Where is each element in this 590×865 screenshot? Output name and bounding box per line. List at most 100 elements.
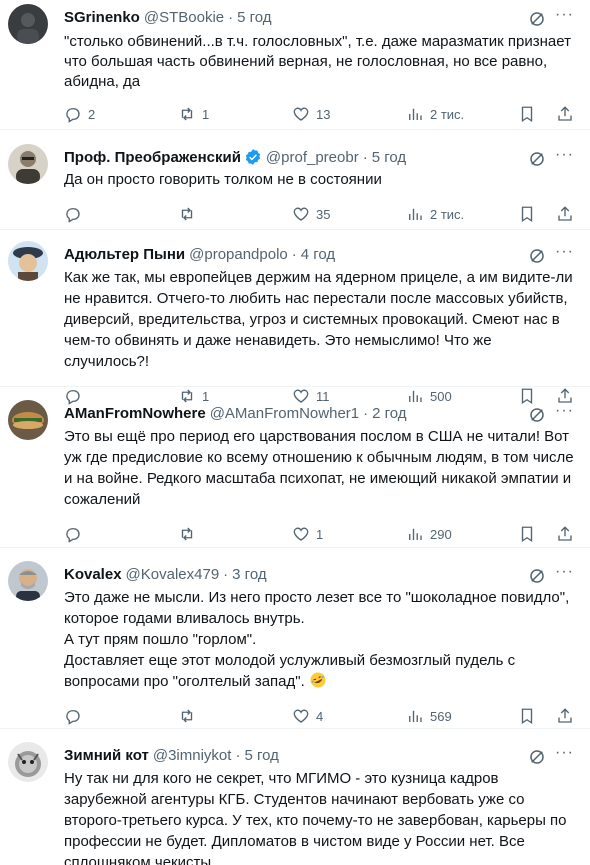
like-icon xyxy=(293,527,309,541)
views-button[interactable]: 2 тис. xyxy=(406,105,520,123)
reply-icon xyxy=(66,208,80,223)
tweet[interactable]: Адюльтер Пыни @propandpolo · 4 год ··· К… xyxy=(0,230,590,405)
display-name[interactable]: SGrinenko xyxy=(64,9,140,26)
grok-icon[interactable] xyxy=(528,406,546,424)
timestamp[interactable]: 3 год xyxy=(232,566,266,583)
share-icon[interactable] xyxy=(556,707,574,725)
tweet-text-block: Это даже не мысли. Из него просто лезет … xyxy=(64,587,574,692)
views-icon xyxy=(409,108,422,120)
secondary-actions xyxy=(518,525,574,543)
avatar[interactable] xyxy=(8,561,48,601)
user-handle[interactable]: @3imniykot xyxy=(153,747,232,764)
retweet-icon xyxy=(181,527,193,541)
action-bar: 35 2 тис. xyxy=(64,204,574,224)
display-name[interactable]: Kovalex xyxy=(64,566,122,583)
retweet-count: 1 xyxy=(202,106,210,122)
share-icon[interactable] xyxy=(556,525,574,543)
display-name[interactable]: Адюльтер Пыни xyxy=(64,246,185,263)
timestamp[interactable]: 4 год xyxy=(301,246,335,263)
avatar[interactable] xyxy=(8,4,48,44)
reply-button[interactable] xyxy=(64,525,178,543)
reply-button[interactable] xyxy=(64,707,178,725)
separator-dot: · xyxy=(228,8,234,26)
timestamp[interactable]: 5 год xyxy=(244,747,278,764)
tweet-header: Зимний кот @3imniykot · 5 год xyxy=(64,744,574,766)
views-icon xyxy=(409,710,422,722)
grok-icon[interactable] xyxy=(528,10,546,28)
tweet-header: Kovalex @Kovalex479 · 3 год xyxy=(64,563,574,585)
grok-icon[interactable] xyxy=(528,567,546,585)
tweet[interactable]: Зимний кот @3imniykot · 5 год ··· Ну так… xyxy=(0,729,590,865)
like-button[interactable]: 4 xyxy=(292,707,406,725)
display-name[interactable]: AManFromNowhere xyxy=(64,405,206,422)
more-icon[interactable]: ··· xyxy=(555,402,574,420)
more-icon[interactable]: ··· xyxy=(555,563,574,581)
tweet-text: Как же так, мы европейцев держим на ядер… xyxy=(64,269,573,370)
bookmark-icon[interactable] xyxy=(518,525,536,543)
tweet-header: SGrinenko @STBookie · 5 год xyxy=(64,6,574,28)
bookmark-icon[interactable] xyxy=(518,707,536,725)
reply-button[interactable] xyxy=(64,205,178,223)
more-icon[interactable]: ··· xyxy=(555,6,574,24)
tweet-text: Ну так ни для кого не секрет, что МГИМО … xyxy=(64,770,567,865)
like-icon xyxy=(293,107,309,121)
tweet[interactable]: AManFromNowhere @AManFromNowher1 · 2 год… xyxy=(0,387,590,548)
tweet-header: AManFromNowhere @AManFromNowher1 · 2 год xyxy=(64,402,574,424)
avatar[interactable] xyxy=(8,742,48,782)
tweet-text: "столько обвинений...в т.ч. голословных"… xyxy=(64,33,571,90)
tweet[interactable]: SGrinenko @STBookie · 5 год ··· "столько… xyxy=(0,0,590,130)
avatar[interactable] xyxy=(8,144,48,184)
views-count: 2 тис. xyxy=(430,106,465,122)
retweet-icon xyxy=(181,207,193,221)
tweet-text: Да он просто говорить толком не в состоя… xyxy=(64,171,382,188)
tweet-header: Проф. Преображенский @prof_preobr · 5 го… xyxy=(64,146,574,168)
like-button[interactable]: 35 xyxy=(292,205,406,223)
user-handle[interactable]: @AManFromNowher1 xyxy=(210,405,359,422)
more-icon[interactable]: ··· xyxy=(555,744,574,762)
user-handle[interactable]: @propandpolo xyxy=(189,246,288,263)
views-button[interactable]: 2 тис. xyxy=(406,205,520,223)
retweet-button[interactable] xyxy=(178,525,292,543)
reply-icon xyxy=(66,108,80,123)
share-icon[interactable] xyxy=(556,205,574,223)
tweet[interactable]: Проф. Преображенский @prof_preobr · 5 го… xyxy=(0,130,590,230)
more-icon[interactable]: ··· xyxy=(555,243,574,261)
timestamp[interactable]: 5 год xyxy=(237,9,271,26)
retweet-button[interactable]: 1 xyxy=(178,105,292,123)
user-handle[interactable]: @STBookie xyxy=(144,9,224,26)
display-name[interactable]: Проф. Преображенский xyxy=(64,149,241,166)
separator-dot: · xyxy=(235,746,241,764)
grok-icon[interactable] xyxy=(528,748,546,766)
views-button[interactable]: 290 xyxy=(406,525,520,543)
user-handle[interactable]: @prof_preobr xyxy=(266,149,359,166)
like-button[interactable]: 1 xyxy=(292,525,406,543)
like-count: 4 xyxy=(316,708,324,724)
like-button[interactable]: 13 xyxy=(292,105,406,123)
action-bar: 1 290 xyxy=(64,524,574,544)
reply-icon xyxy=(66,528,80,543)
user-handle[interactable]: @Kovalex479 xyxy=(126,566,220,583)
more-icon[interactable]: ··· xyxy=(555,146,574,164)
bookmark-icon[interactable] xyxy=(518,105,536,123)
secondary-actions xyxy=(518,707,574,725)
avatar[interactable] xyxy=(8,241,48,281)
views-button[interactable]: 569 xyxy=(406,707,520,725)
views-icon xyxy=(409,528,422,540)
reply-button[interactable]: 2 xyxy=(64,105,178,123)
avatar[interactable] xyxy=(8,400,48,440)
timestamp[interactable]: 5 год xyxy=(372,149,406,166)
share-icon[interactable] xyxy=(556,105,574,123)
separator-dot: · xyxy=(223,565,229,583)
retweet-button[interactable] xyxy=(178,707,292,725)
display-name[interactable]: Зимний кот xyxy=(64,747,149,764)
timestamp[interactable]: 2 год xyxy=(372,405,406,422)
reply-count: 2 xyxy=(88,106,96,122)
views-icon xyxy=(409,208,422,220)
bookmark-icon[interactable] xyxy=(518,205,536,223)
retweet-button[interactable] xyxy=(178,205,292,223)
tweet[interactable]: Kovalex @Kovalex479 · 3 год ··· Это даже… xyxy=(0,548,590,729)
action-bar: 4 569 xyxy=(64,706,574,726)
grok-icon[interactable] xyxy=(528,247,546,265)
grok-icon[interactable] xyxy=(528,150,546,168)
like-count: 13 xyxy=(316,106,331,122)
